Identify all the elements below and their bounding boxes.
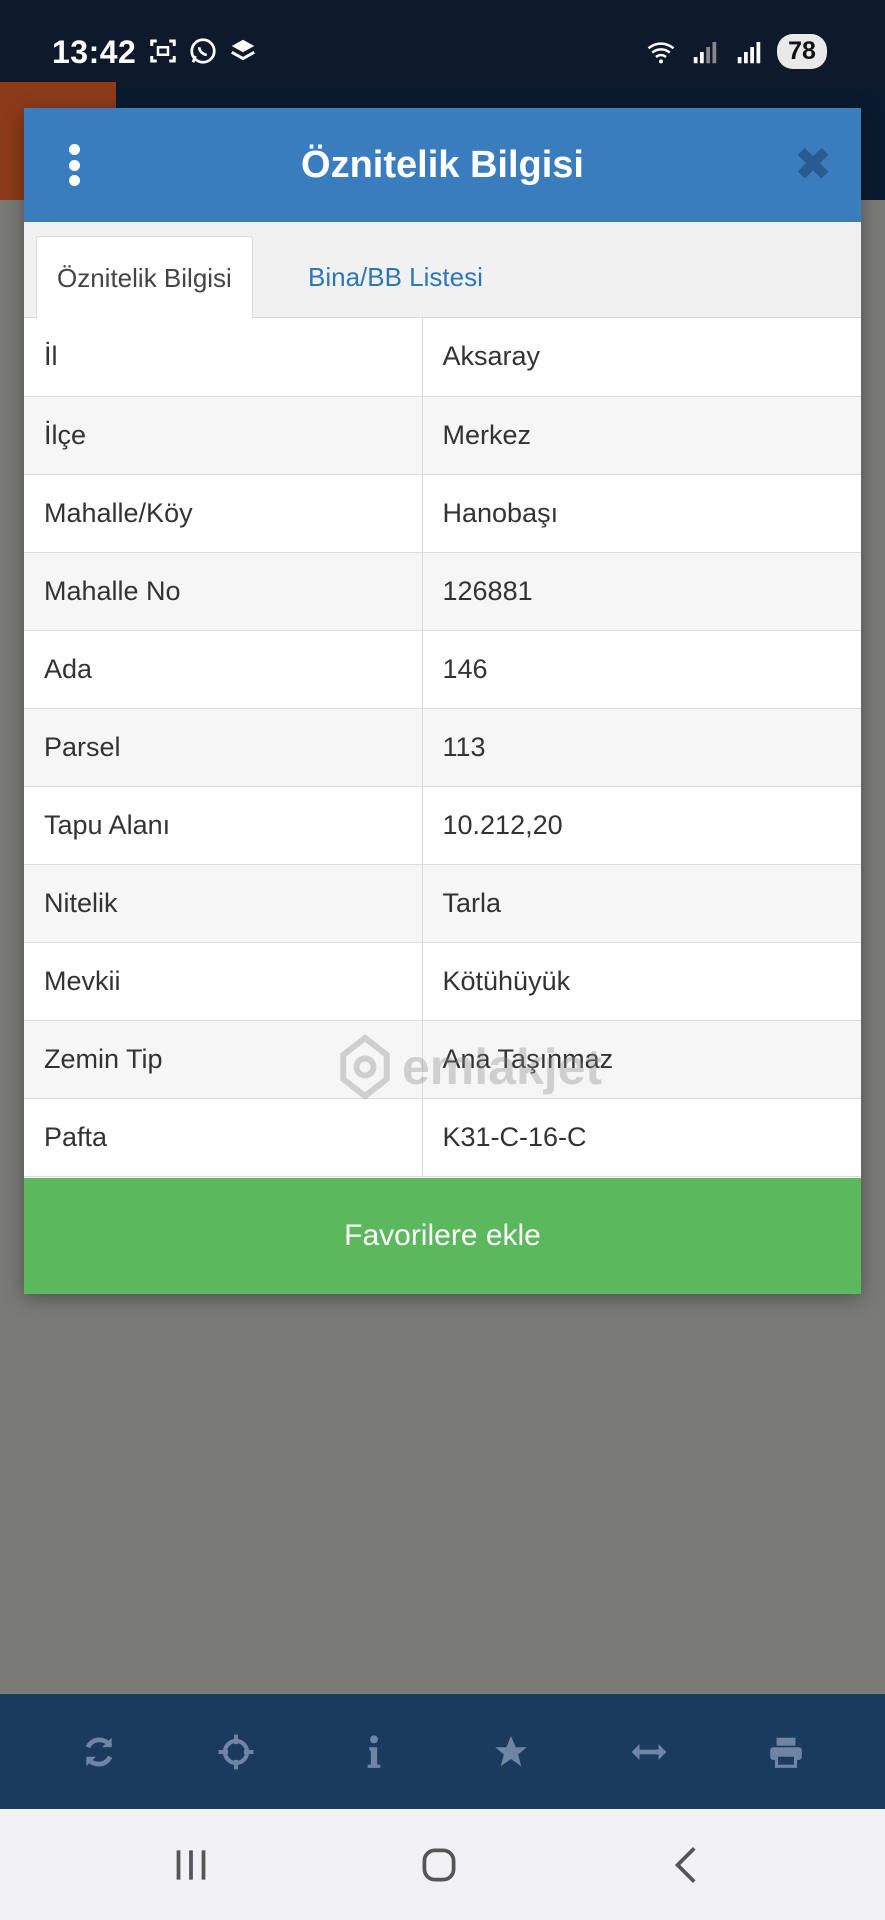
attribute-key: Nitelik	[24, 864, 423, 943]
attribute-key: Parsel	[24, 708, 423, 787]
refresh-icon	[85, 1737, 112, 1766]
dialog-header: Öznitelik Bilgisi ✖	[24, 108, 861, 222]
attribute-key: Mahalle/Köy	[24, 474, 423, 553]
attribute-value: 10.212,20	[422, 786, 861, 865]
table-row: Nitelik Tarla	[24, 864, 861, 943]
attribute-key: Mahalle No	[24, 552, 423, 631]
battery-level: 78	[777, 34, 827, 69]
table-row: Mahalle No 126881	[24, 552, 861, 631]
attribute-value: 113	[422, 708, 861, 787]
dialog-tabs: Öznitelik Bilgisi Bina/BB Listesi	[24, 222, 861, 319]
attribute-value: Tarla	[422, 864, 861, 943]
refresh-button[interactable]	[69, 1722, 129, 1782]
status-time: 13:42	[52, 34, 137, 70]
dialog-title: Öznitelik Bilgisi	[301, 144, 584, 186]
attribute-value: Ana Taşınmaz	[422, 1020, 861, 1099]
wifi-icon	[647, 41, 675, 63]
attribute-info-dialog: Öznitelik Bilgisi ✖ Öznitelik Bilgisi Bi…	[24, 108, 861, 1294]
table-row: Mevkii Kötühüyük	[24, 942, 861, 1021]
layers-icon	[231, 39, 255, 61]
tab-building-list[interactable]: Bina/BB Listesi	[288, 236, 503, 319]
table-row: İlçe Merkez	[24, 396, 861, 475]
attribute-table: İl Aksaray İlçe Merkez Mahalle/Köy Hanobaşı…	[24, 318, 861, 1177]
add-to-favorites-button[interactable]: Favorilere ekle	[24, 1178, 861, 1294]
measure-button[interactable]	[619, 1722, 679, 1782]
status-system-icons: 78	[645, 34, 827, 69]
print-button[interactable]	[756, 1722, 816, 1782]
home-button[interactable]	[409, 1837, 469, 1893]
screenshot-icon	[150, 39, 176, 63]
back-icon	[674, 1847, 696, 1883]
close-icon[interactable]: ✖	[791, 141, 835, 187]
attribute-value: 146	[422, 630, 861, 709]
recent-apps-button[interactable]	[161, 1837, 221, 1893]
status-bar: 13:42 78	[0, 0, 885, 82]
attribute-value: 126881	[422, 552, 861, 631]
attribute-value: Aksaray	[422, 318, 861, 397]
more-vertical-icon[interactable]	[54, 138, 94, 192]
star-icon	[495, 1735, 528, 1766]
signal-icon	[737, 41, 761, 63]
table-row: Tapu Alanı 10.212,20	[24, 786, 861, 865]
attribute-key: İlçe	[24, 396, 423, 475]
table-row: Mahalle/Köy Hanobaşı	[24, 474, 861, 553]
attribute-key: Zemin Tip	[24, 1020, 423, 1099]
attribute-key: Ada	[24, 630, 423, 709]
status-notification-icons	[148, 36, 258, 66]
table-row: Zemin Tip Ana Taşınmaz	[24, 1020, 861, 1099]
attribute-value: Hanobaşı	[422, 474, 861, 553]
attribute-key: İl	[24, 318, 423, 397]
attribute-value: Kötühüyük	[422, 942, 861, 1021]
signal-icon	[693, 41, 717, 63]
attribute-value: K31-C-16-C	[422, 1098, 861, 1177]
attribute-key: Pafta	[24, 1098, 423, 1177]
attribute-key: Tapu Alanı	[24, 786, 423, 865]
attribute-value: Merkez	[422, 396, 861, 475]
whatsapp-icon	[190, 38, 216, 64]
print-icon	[770, 1737, 803, 1768]
table-row: Parsel 113	[24, 708, 861, 787]
crosshair-icon	[218, 1734, 254, 1769]
recent-apps-icon	[176, 1850, 206, 1880]
table-row: Pafta K31-C-16-C	[24, 1098, 861, 1177]
attribute-key: Mevkii	[24, 942, 423, 1021]
favorites-button[interactable]	[481, 1722, 541, 1782]
measure-icon	[631, 1743, 667, 1760]
tab-attribute-info[interactable]: Öznitelik Bilgisi	[36, 236, 253, 319]
system-nav-bar	[0, 1809, 885, 1920]
table-row: İl Aksaray	[24, 318, 861, 397]
table-row: Ada 146	[24, 630, 861, 709]
home-icon	[422, 1848, 456, 1882]
info-button[interactable]	[344, 1722, 404, 1782]
back-button[interactable]	[658, 1837, 718, 1893]
info-icon	[367, 1734, 381, 1768]
locate-button[interactable]	[206, 1722, 266, 1782]
map-toolbar	[0, 1694, 885, 1809]
